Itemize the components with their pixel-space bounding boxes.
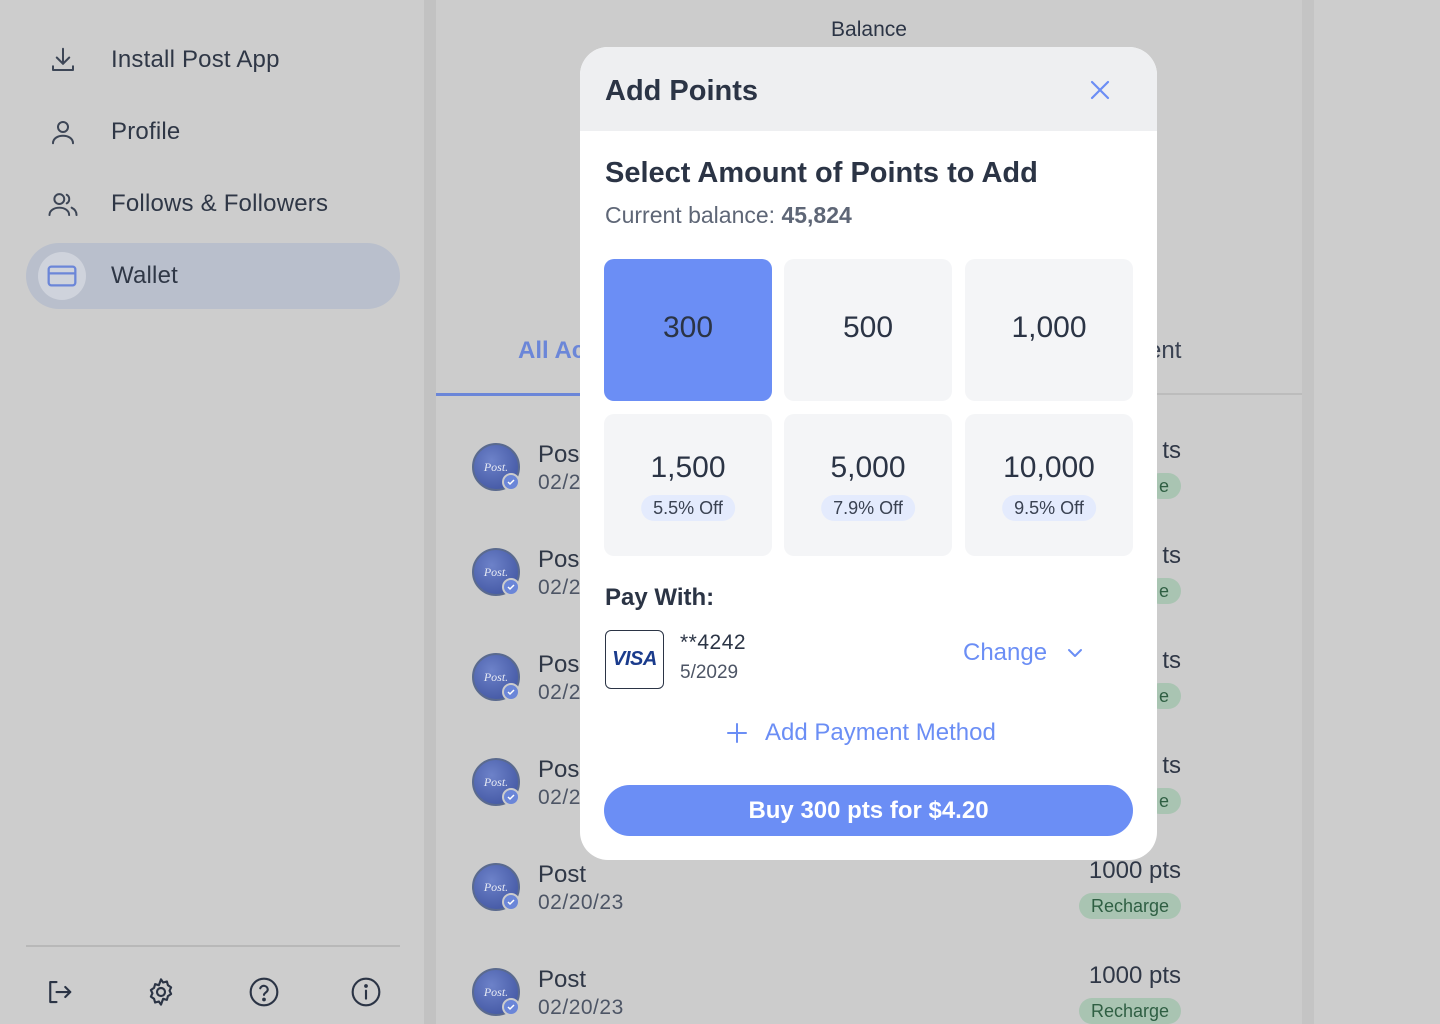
transaction-amount: ts	[1162, 752, 1181, 779]
gear-icon[interactable]	[144, 975, 178, 1009]
option-amount: 10,000	[1003, 451, 1095, 484]
close-icon	[1089, 79, 1111, 106]
discount-badge: 9.5% Off	[1002, 495, 1096, 521]
balance-label: Balance	[831, 18, 907, 41]
sidebar: Install Post App Profile Follows & Follo…	[0, 0, 424, 1024]
transaction-title: Post	[538, 861, 587, 888]
sidebar-divider	[26, 945, 400, 947]
transaction-title: Post	[538, 966, 587, 993]
current-balance: Current balance: 45,824	[605, 202, 852, 229]
visa-card-logo: VISA	[605, 630, 664, 689]
transaction-amount: 1000 pts	[1088, 857, 1181, 884]
user-icon	[46, 116, 80, 148]
add-payment-label: Add Payment Method	[765, 719, 996, 746]
panel-gutter	[1302, 0, 1314, 1024]
transaction-date: 02/2	[538, 576, 581, 599]
buy-points-button[interactable]: Buy 300 pts for $4.20	[604, 785, 1133, 836]
points-option-10000[interactable]: 10,000 9.5% Off	[965, 414, 1133, 556]
transaction-amount: ts	[1162, 647, 1181, 674]
verified-check-icon	[502, 998, 520, 1016]
close-button[interactable]	[1084, 76, 1116, 108]
option-amount: 300	[662, 311, 714, 344]
card-brand: VISA	[612, 648, 657, 670]
tab-active-indicator	[436, 393, 582, 396]
modal-header: Add Points	[580, 47, 1157, 131]
points-option-1500[interactable]: 1,500 5.5% Off	[604, 414, 772, 556]
add-points-modal: Add Points Select Amount of Points to Ad…	[580, 47, 1157, 860]
transaction-row[interactable]: Post. Post 02/20/23 1000 pts Recharge	[436, 857, 1302, 963]
sidebar-item-label: Install Post App	[111, 46, 280, 73]
credit-card-icon	[38, 252, 86, 300]
discount-badge: 7.9% Off	[821, 495, 915, 521]
transaction-amount: ts	[1162, 542, 1181, 569]
transaction-date: 02/2	[538, 681, 581, 704]
panel-gutter	[424, 0, 436, 1024]
points-option-5000[interactable]: 5,000 7.9% Off	[784, 414, 952, 556]
option-amount: 1,000	[1011, 311, 1087, 344]
users-icon	[46, 188, 80, 220]
sidebar-item-install-post-app[interactable]: Install Post App	[26, 27, 400, 93]
plus-icon	[725, 721, 749, 745]
transaction-title: Pos	[538, 651, 580, 678]
points-option-500[interactable]: 500	[784, 259, 952, 401]
add-payment-method-button[interactable]: Add Payment Method	[725, 719, 996, 747]
sidebar-item-profile[interactable]: Profile	[26, 99, 400, 165]
status-badge: Recharge	[1078, 998, 1181, 1024]
points-option-1000[interactable]: 1,000	[965, 259, 1133, 401]
transaction-title: Pos	[538, 441, 580, 468]
balance-value: 45,824	[781, 202, 852, 228]
status-badge: Recharge	[1078, 893, 1181, 919]
chevron-down-icon	[1065, 643, 1085, 663]
sidebar-item-label: Follows & Followers	[111, 190, 329, 217]
transaction-title: Pos	[538, 546, 580, 573]
discount-badge: 5.5% Off	[641, 495, 735, 521]
tab-all-activity[interactable]: All Ac	[518, 337, 585, 365]
download-icon	[46, 44, 80, 76]
modal-title: Add Points	[605, 75, 759, 107]
section-title: Select Amount of Points to Add	[605, 157, 1038, 189]
background-area	[1314, 0, 1440, 1024]
balance-prefix: Current balance:	[605, 202, 776, 228]
card-number: **4242	[680, 631, 747, 654]
change-label: Change	[963, 639, 1048, 666]
sidebar-item-wallet[interactable]: Wallet	[26, 243, 400, 309]
transaction-date: 02/2	[538, 786, 581, 809]
verified-check-icon	[502, 893, 520, 911]
verified-check-icon	[502, 788, 520, 806]
pay-with-label: Pay With:	[605, 584, 715, 611]
option-amount: 5,000	[830, 451, 906, 484]
verified-check-icon	[502, 473, 520, 491]
transaction-title: Pos	[538, 756, 580, 783]
transaction-date: 02/2	[538, 471, 581, 494]
verified-check-icon	[502, 578, 520, 596]
transaction-date: 02/20/23	[538, 996, 624, 1019]
sidebar-item-label: Wallet	[111, 262, 178, 289]
transaction-amount: 1000 pts	[1088, 962, 1181, 989]
help-icon[interactable]	[247, 975, 281, 1009]
change-payment-button[interactable]: Change	[963, 639, 1085, 667]
sidebar-item-label: Profile	[111, 118, 181, 145]
transaction-date: 02/20/23	[538, 891, 624, 914]
card-expiry: 5/2029	[680, 662, 739, 683]
logout-icon[interactable]	[42, 975, 76, 1009]
transaction-amount: ts	[1162, 437, 1181, 464]
info-icon[interactable]	[349, 975, 383, 1009]
sidebar-item-follows-followers[interactable]: Follows & Followers	[26, 171, 400, 237]
option-amount: 500	[842, 311, 894, 344]
points-option-300[interactable]: 300	[604, 259, 772, 401]
transaction-row[interactable]: Post. Post 02/20/23 1000 pts Recharge	[436, 962, 1302, 1024]
verified-check-icon	[502, 683, 520, 701]
option-amount: 1,500	[650, 451, 726, 484]
